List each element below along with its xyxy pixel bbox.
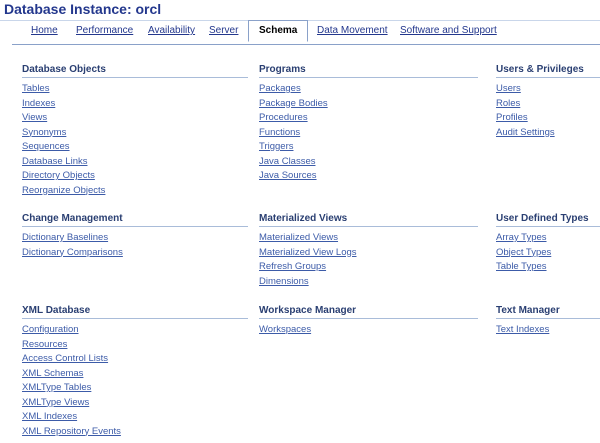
link-users-privileges-3[interactable]: Audit Settings (496, 126, 600, 141)
section-programs: Programs Packages Package Bodies Procedure… (259, 63, 478, 184)
link-materialized-views-2[interactable]: Refresh Groups (259, 260, 478, 275)
section-database-objects: Database Objects Tables Indexes Views Synon… (22, 63, 248, 198)
link-change-management-1[interactable]: Dictionary Comparisons (22, 246, 248, 261)
link-users-privileges-0[interactable]: Users (496, 82, 600, 97)
link-programs-3[interactable]: Functions (259, 126, 478, 141)
section-title: User Defined Types (496, 212, 600, 227)
link-xml-database-2[interactable]: Access Control Lists (22, 352, 248, 367)
link-materialized-views-1[interactable]: Materialized View Logs (259, 246, 478, 261)
link-xml-database-3[interactable]: XML Schemas (22, 367, 248, 382)
link-xml-database-1[interactable]: Resources (22, 338, 248, 353)
link-programs-5[interactable]: Java Classes (259, 155, 478, 170)
link-xml-database-4[interactable]: XMLType Tables (22, 381, 248, 396)
link-list: Dictionary Baselines Dictionary Compariso… (22, 231, 248, 260)
link-list: Users Roles Profiles Audit Settings (496, 82, 600, 140)
tab-performance[interactable]: Performance (76, 25, 133, 36)
section-title: Programs (259, 63, 478, 78)
link-programs-1[interactable]: Package Bodies (259, 97, 478, 112)
link-list: Text Indexes (496, 323, 600, 338)
section-title: XML Database (22, 304, 248, 319)
link-list: Configuration Resources Access Control Lis… (22, 323, 248, 439)
section-title: Materialized Views (259, 212, 478, 227)
tab-bar: Home Performance Availability Server Sch… (12, 20, 600, 45)
link-change-management-0[interactable]: Dictionary Baselines (22, 231, 248, 246)
section-workspace-manager: Workspace Manager Workspaces (259, 304, 478, 338)
link-xml-database-0[interactable]: Configuration (22, 323, 248, 338)
tab-server[interactable]: Server (209, 25, 238, 36)
link-user-defined-types-2[interactable]: Table Types (496, 260, 600, 275)
section-user-defined-types: User Defined Types Array Types Object Typ… (496, 212, 600, 275)
link-database-objects-4[interactable]: Sequences (22, 140, 248, 155)
link-database-objects-6[interactable]: Directory Objects (22, 169, 248, 184)
link-database-objects-2[interactable]: Views (22, 111, 248, 126)
section-text-manager: Text Manager Text Indexes (496, 304, 600, 338)
link-xml-database-5[interactable]: XMLType Views (22, 396, 248, 411)
link-database-objects-0[interactable]: Tables (22, 82, 248, 97)
section-title: Change Management (22, 212, 248, 227)
link-text-manager-0[interactable]: Text Indexes (496, 323, 600, 338)
link-materialized-views-3[interactable]: Dimensions (259, 275, 478, 290)
link-xml-database-7[interactable]: XML Repository Events (22, 425, 248, 440)
link-database-objects-7[interactable]: Reorganize Objects (22, 184, 248, 199)
link-list: Array Types Object Types Table Types (496, 231, 600, 275)
link-database-objects-5[interactable]: Database Links (22, 155, 248, 170)
link-users-privileges-1[interactable]: Roles (496, 97, 600, 112)
link-xml-database-6[interactable]: XML Indexes (22, 410, 248, 425)
section-materialized-views: Materialized Views Materialized Views Mat… (259, 212, 478, 289)
link-users-privileges-2[interactable]: Profiles (496, 111, 600, 126)
section-xml-database: XML Database Configuration Resources Acces… (22, 304, 248, 439)
link-programs-4[interactable]: Triggers (259, 140, 478, 155)
tab-schema[interactable]: Schema (248, 20, 309, 42)
section-title: Users & Privileges (496, 63, 600, 78)
section-title: Database Objects (22, 63, 248, 78)
link-list: Tables Indexes Views Synonyms Sequences Datab… (22, 82, 248, 198)
page-title: Database Instance: orcl (4, 1, 162, 17)
link-programs-2[interactable]: Procedures (259, 111, 478, 126)
section-title: Text Manager (496, 304, 600, 319)
link-list: Workspaces (259, 323, 478, 338)
section-title: Workspace Manager (259, 304, 478, 319)
section-change-management: Change Management Dictionary Baselines Di… (22, 212, 248, 260)
tab-software-and-support[interactable]: Software and Support (400, 25, 497, 36)
section-users-privileges: Users & Privileges Users Roles Profiles Aud… (496, 63, 600, 140)
link-programs-6[interactable]: Java Sources (259, 169, 478, 184)
link-programs-0[interactable]: Packages (259, 82, 478, 97)
link-list: Packages Package Bodies Procedures Function… (259, 82, 478, 184)
tab-availability[interactable]: Availability (148, 25, 195, 36)
link-list: Materialized Views Materialized View Logs… (259, 231, 478, 289)
link-workspace-manager-0[interactable]: Workspaces (259, 323, 478, 338)
link-user-defined-types-0[interactable]: Array Types (496, 231, 600, 246)
link-database-objects-3[interactable]: Synonyms (22, 126, 248, 141)
tab-home[interactable]: Home (31, 25, 58, 36)
tab-data-movement[interactable]: Data Movement (317, 25, 388, 36)
link-materialized-views-0[interactable]: Materialized Views (259, 231, 478, 246)
link-user-defined-types-1[interactable]: Object Types (496, 246, 600, 261)
link-database-objects-1[interactable]: Indexes (22, 97, 248, 112)
